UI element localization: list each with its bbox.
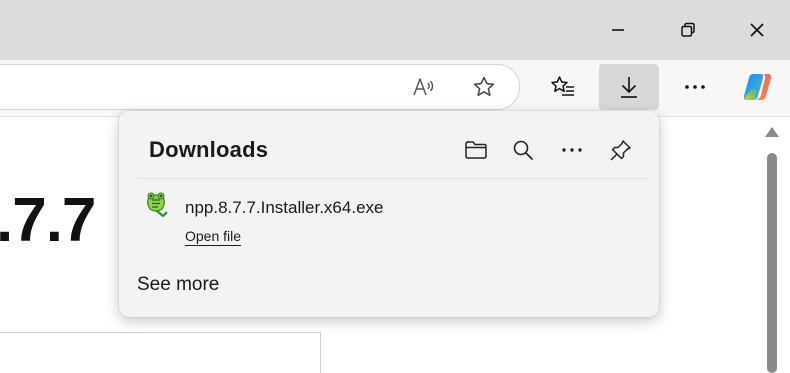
downloads-icon — [621, 77, 637, 98]
notepad-plus-plus-icon — [147, 192, 168, 217]
more-button[interactable] — [675, 67, 715, 107]
scroll-up-arrow-icon[interactable] — [765, 127, 779, 137]
flyout-divider — [137, 178, 651, 179]
minimize-icon — [612, 29, 624, 31]
content-panel — [0, 332, 321, 373]
download-item[interactable]: npp.8.7.7.Installer.x64.exe Open file — [137, 185, 637, 255]
download-file-name: npp.8.7.7.Installer.x64.exe — [185, 198, 384, 217]
version-heading: .7.7 — [0, 186, 96, 255]
add-favorite-button[interactable] — [464, 67, 504, 107]
downloads-more-options-button[interactable] — [555, 133, 589, 167]
minimize-button[interactable] — [585, 0, 651, 60]
restore-button[interactable] — [655, 0, 721, 60]
favorites-button[interactable] — [543, 67, 583, 107]
search-downloads-button[interactable] — [506, 133, 540, 167]
copilot-button[interactable] — [738, 67, 778, 107]
restore-icon — [681, 22, 695, 37]
scroll-thumb[interactable] — [767, 153, 777, 373]
read-aloud-button[interactable] — [404, 67, 444, 107]
pin-downloads-button[interactable] — [604, 133, 638, 167]
close-button[interactable] — [724, 0, 790, 60]
open-downloads-folder-button[interactable] — [459, 133, 493, 167]
browser-toolbar — [0, 60, 790, 117]
favorite-star-icon — [473, 76, 495, 97]
pin-icon — [610, 140, 631, 161]
folder-icon — [465, 141, 487, 159]
page-scrollbar[interactable] — [762, 117, 782, 373]
downloads-flyout: Downloads npp.8.7.7.Installer.x64.exe Op… — [119, 111, 659, 317]
favorites-icon — [551, 76, 574, 96]
more-options-icon — [562, 148, 582, 152]
read-aloud-icon — [413, 78, 434, 96]
downloads-title: Downloads — [149, 137, 269, 162]
address-bar[interactable] — [0, 64, 520, 110]
downloads-button[interactable] — [599, 64, 659, 110]
open-file-link[interactable]: Open file — [185, 228, 242, 246]
more-icon — [685, 85, 705, 89]
title-bar — [0, 0, 790, 60]
close-icon — [750, 23, 764, 37]
copilot-icon — [743, 74, 772, 100]
see-more-link[interactable]: See more — [137, 274, 219, 296]
search-icon — [513, 140, 533, 160]
